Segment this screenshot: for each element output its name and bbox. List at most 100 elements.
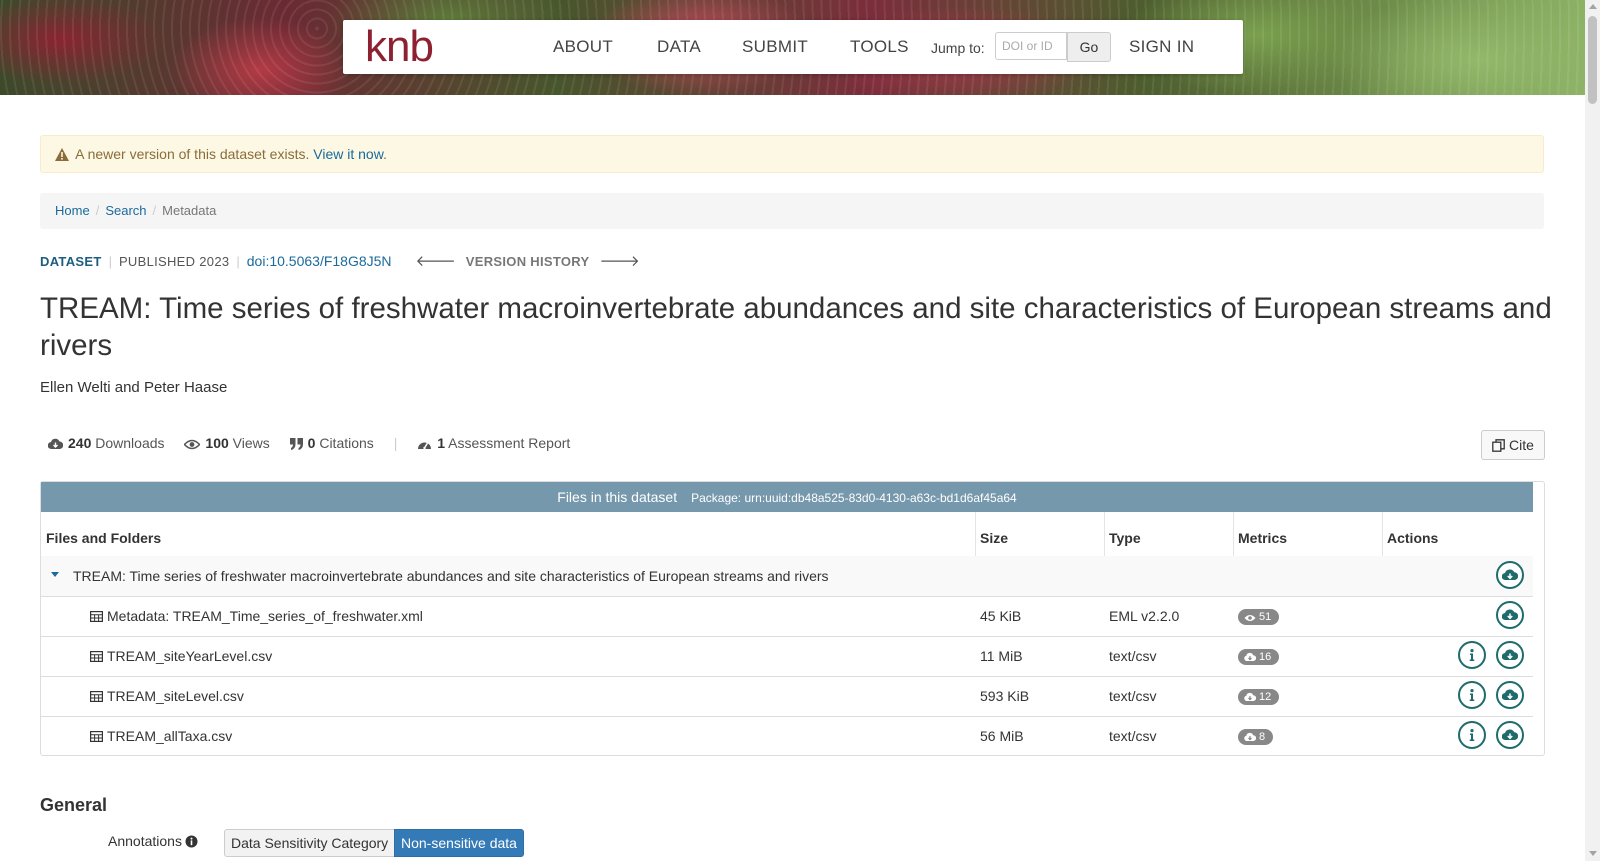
info-button[interactable] — [1458, 721, 1486, 749]
cloud-download-icon — [1502, 689, 1518, 701]
breadcrumb-home[interactable]: Home — [55, 203, 90, 218]
breadcrumb: Home / Search / Metadata — [40, 193, 1544, 229]
views-metric[interactable]: 100 Views — [184, 435, 270, 451]
published-year: PUBLISHED 2023 — [118, 254, 230, 269]
arrow-right-icon[interactable]: 🡒 — [589, 253, 649, 270]
cloud-download-icon — [1502, 609, 1518, 621]
eye-icon — [184, 439, 201, 450]
scroll-down-arrow[interactable] — [1589, 851, 1597, 856]
annotation-value[interactable]: Non-sensitive data — [394, 829, 524, 857]
scroll-up-arrow[interactable] — [1589, 4, 1597, 9]
version-history-label[interactable]: VERSION HISTORY — [466, 254, 590, 269]
authors: Ellen Welti and Peter Haase — [40, 379, 228, 396]
newer-version-alert: A newer version of this dataset exists. … — [40, 135, 1544, 173]
info-circle-icon[interactable] — [185, 835, 198, 848]
nav-about[interactable]: ABOUT — [553, 37, 613, 57]
cloud-download-icon — [1502, 569, 1518, 581]
dashboard-icon — [418, 442, 432, 450]
warning-icon — [55, 148, 69, 161]
breadcrumb-separator: / — [95, 203, 100, 218]
files-header-title: Files in this dataset — [557, 489, 678, 505]
top-navbar: knb ABOUT DATA SUBMIT TOOLS Jump to: Go … — [343, 20, 1243, 74]
assessment-metric[interactable]: 1 Assessment Report — [417, 435, 570, 451]
copy-icon — [1492, 439, 1505, 452]
cite-button[interactable]: Cite — [1481, 430, 1545, 460]
file-size: 56 MiB — [980, 728, 1024, 744]
scrollbar-thumb[interactable] — [1588, 16, 1597, 104]
breadcrumb-search[interactable]: Search — [105, 203, 146, 218]
file-name[interactable]: TREAM_siteYearLevel.csv — [90, 648, 272, 664]
file-size: 11 MiB — [980, 648, 1023, 664]
arrow-left-icon[interactable]: 🡐 — [392, 253, 466, 270]
go-button[interactable]: Go — [1067, 32, 1111, 62]
col-metrics[interactable]: Metrics — [1238, 530, 1287, 546]
breadcrumb-separator: / — [152, 203, 157, 218]
col-files[interactable]: Files and Folders — [46, 530, 161, 546]
package-name: TREAM: Time series of freshwater macroin… — [73, 568, 829, 584]
citations-metric[interactable]: 0 Citations — [289, 435, 374, 451]
nav-tools[interactable]: TOOLS — [850, 37, 909, 57]
downloads-badge: 16 — [1238, 649, 1280, 665]
files-table: Files in this dataset Package: urn:uuid:d… — [40, 481, 1545, 756]
cloud-download-icon — [1244, 732, 1257, 741]
col-type[interactable]: Type — [1109, 530, 1141, 546]
table-row: Metadata: TREAM_Time_series_of_freshwate… — [41, 596, 1533, 637]
caret-down-icon[interactable] — [51, 572, 59, 577]
info-button[interactable] — [1458, 681, 1486, 709]
jump-to-label: Jump to: — [931, 40, 985, 56]
knb-logo[interactable]: knb — [365, 24, 434, 70]
alert-text: A newer version of this dataset exists. — [75, 146, 310, 162]
table-row: TREAM_allTaxa.csv 56 MiB text/csv 8 — [41, 716, 1533, 756]
files-table-header: Files in this dataset Package: urn:uuid:d… — [41, 482, 1533, 512]
download-file-button[interactable] — [1496, 681, 1524, 709]
download-package-button[interactable] — [1496, 561, 1524, 589]
package-id: Package: urn:uuid:db48a525-83d0-4130-a63… — [691, 491, 1017, 505]
annotations-label: Annotations — [108, 833, 198, 849]
info-button[interactable] — [1458, 641, 1486, 669]
cloud-download-icon — [1502, 729, 1518, 741]
table-icon — [90, 651, 103, 662]
jump-to-input[interactable] — [995, 32, 1067, 60]
view-it-now-link[interactable]: View it now — [313, 146, 383, 162]
page-scrollbar[interactable] — [1585, 0, 1600, 861]
dataset-meta-line: DATASET | PUBLISHED 2023 | doi:10.5063/F18G8… — [40, 252, 650, 271]
files-column-headers: Files and Folders Size Type Metrics Acti… — [41, 512, 1533, 558]
info-icon — [1469, 729, 1475, 741]
file-type: text/csv — [1109, 728, 1157, 744]
download-file-button[interactable] — [1496, 601, 1524, 629]
downloads-metric[interactable]: 240 Downloads — [48, 435, 165, 451]
dataset-metrics: 240 Downloads 100 Views 0 Citations | 1 … — [48, 435, 586, 451]
views-badge: 51 — [1238, 609, 1280, 625]
doi-link[interactable]: doi:10.5063/F18G8J5N — [247, 253, 392, 269]
dataset-tag: DATASET — [40, 254, 102, 269]
col-size[interactable]: Size — [980, 530, 1008, 546]
nav-submit[interactable]: SUBMIT — [742, 37, 808, 57]
cloud-download-icon — [48, 438, 63, 450]
table-icon — [90, 731, 103, 742]
downloads-badge: 12 — [1238, 689, 1280, 705]
annotation-key[interactable]: Data Sensitivity Category — [224, 829, 396, 857]
table-row: TREAM_siteYearLevel.csv 11 MiB text/csv … — [41, 636, 1533, 677]
file-type: text/csv — [1109, 648, 1157, 664]
info-icon — [1469, 689, 1475, 701]
page-title: TREAM: Time series of freshwater macroin… — [40, 292, 1552, 362]
cloud-download-icon — [1244, 692, 1257, 701]
col-actions: Actions — [1387, 530, 1439, 546]
nav-data[interactable]: DATA — [657, 37, 701, 57]
downloads-badge: 8 — [1238, 729, 1274, 745]
file-size: 45 KiB — [980, 608, 1022, 624]
cloud-download-icon — [1244, 652, 1257, 661]
table-icon — [90, 691, 103, 702]
table-row: TREAM_siteLevel.csv 593 KiB text/csv 12 — [41, 676, 1533, 717]
general-heading: General — [40, 795, 108, 815]
sign-in-link[interactable]: SIGN IN — [1129, 37, 1194, 57]
download-file-button[interactable] — [1496, 641, 1524, 669]
file-size: 593 KiB — [980, 688, 1030, 704]
package-row[interactable]: TREAM: Time series of freshwater macroin… — [41, 556, 1533, 597]
file-name[interactable]: Metadata: TREAM_Time_series_of_freshwate… — [90, 608, 423, 624]
file-name[interactable]: TREAM_allTaxa.csv — [90, 728, 232, 744]
info-icon — [1469, 649, 1475, 661]
file-type: EML v2.2.0 — [1109, 608, 1180, 624]
download-file-button[interactable] — [1496, 721, 1524, 749]
file-name[interactable]: TREAM_siteLevel.csv — [90, 688, 244, 704]
